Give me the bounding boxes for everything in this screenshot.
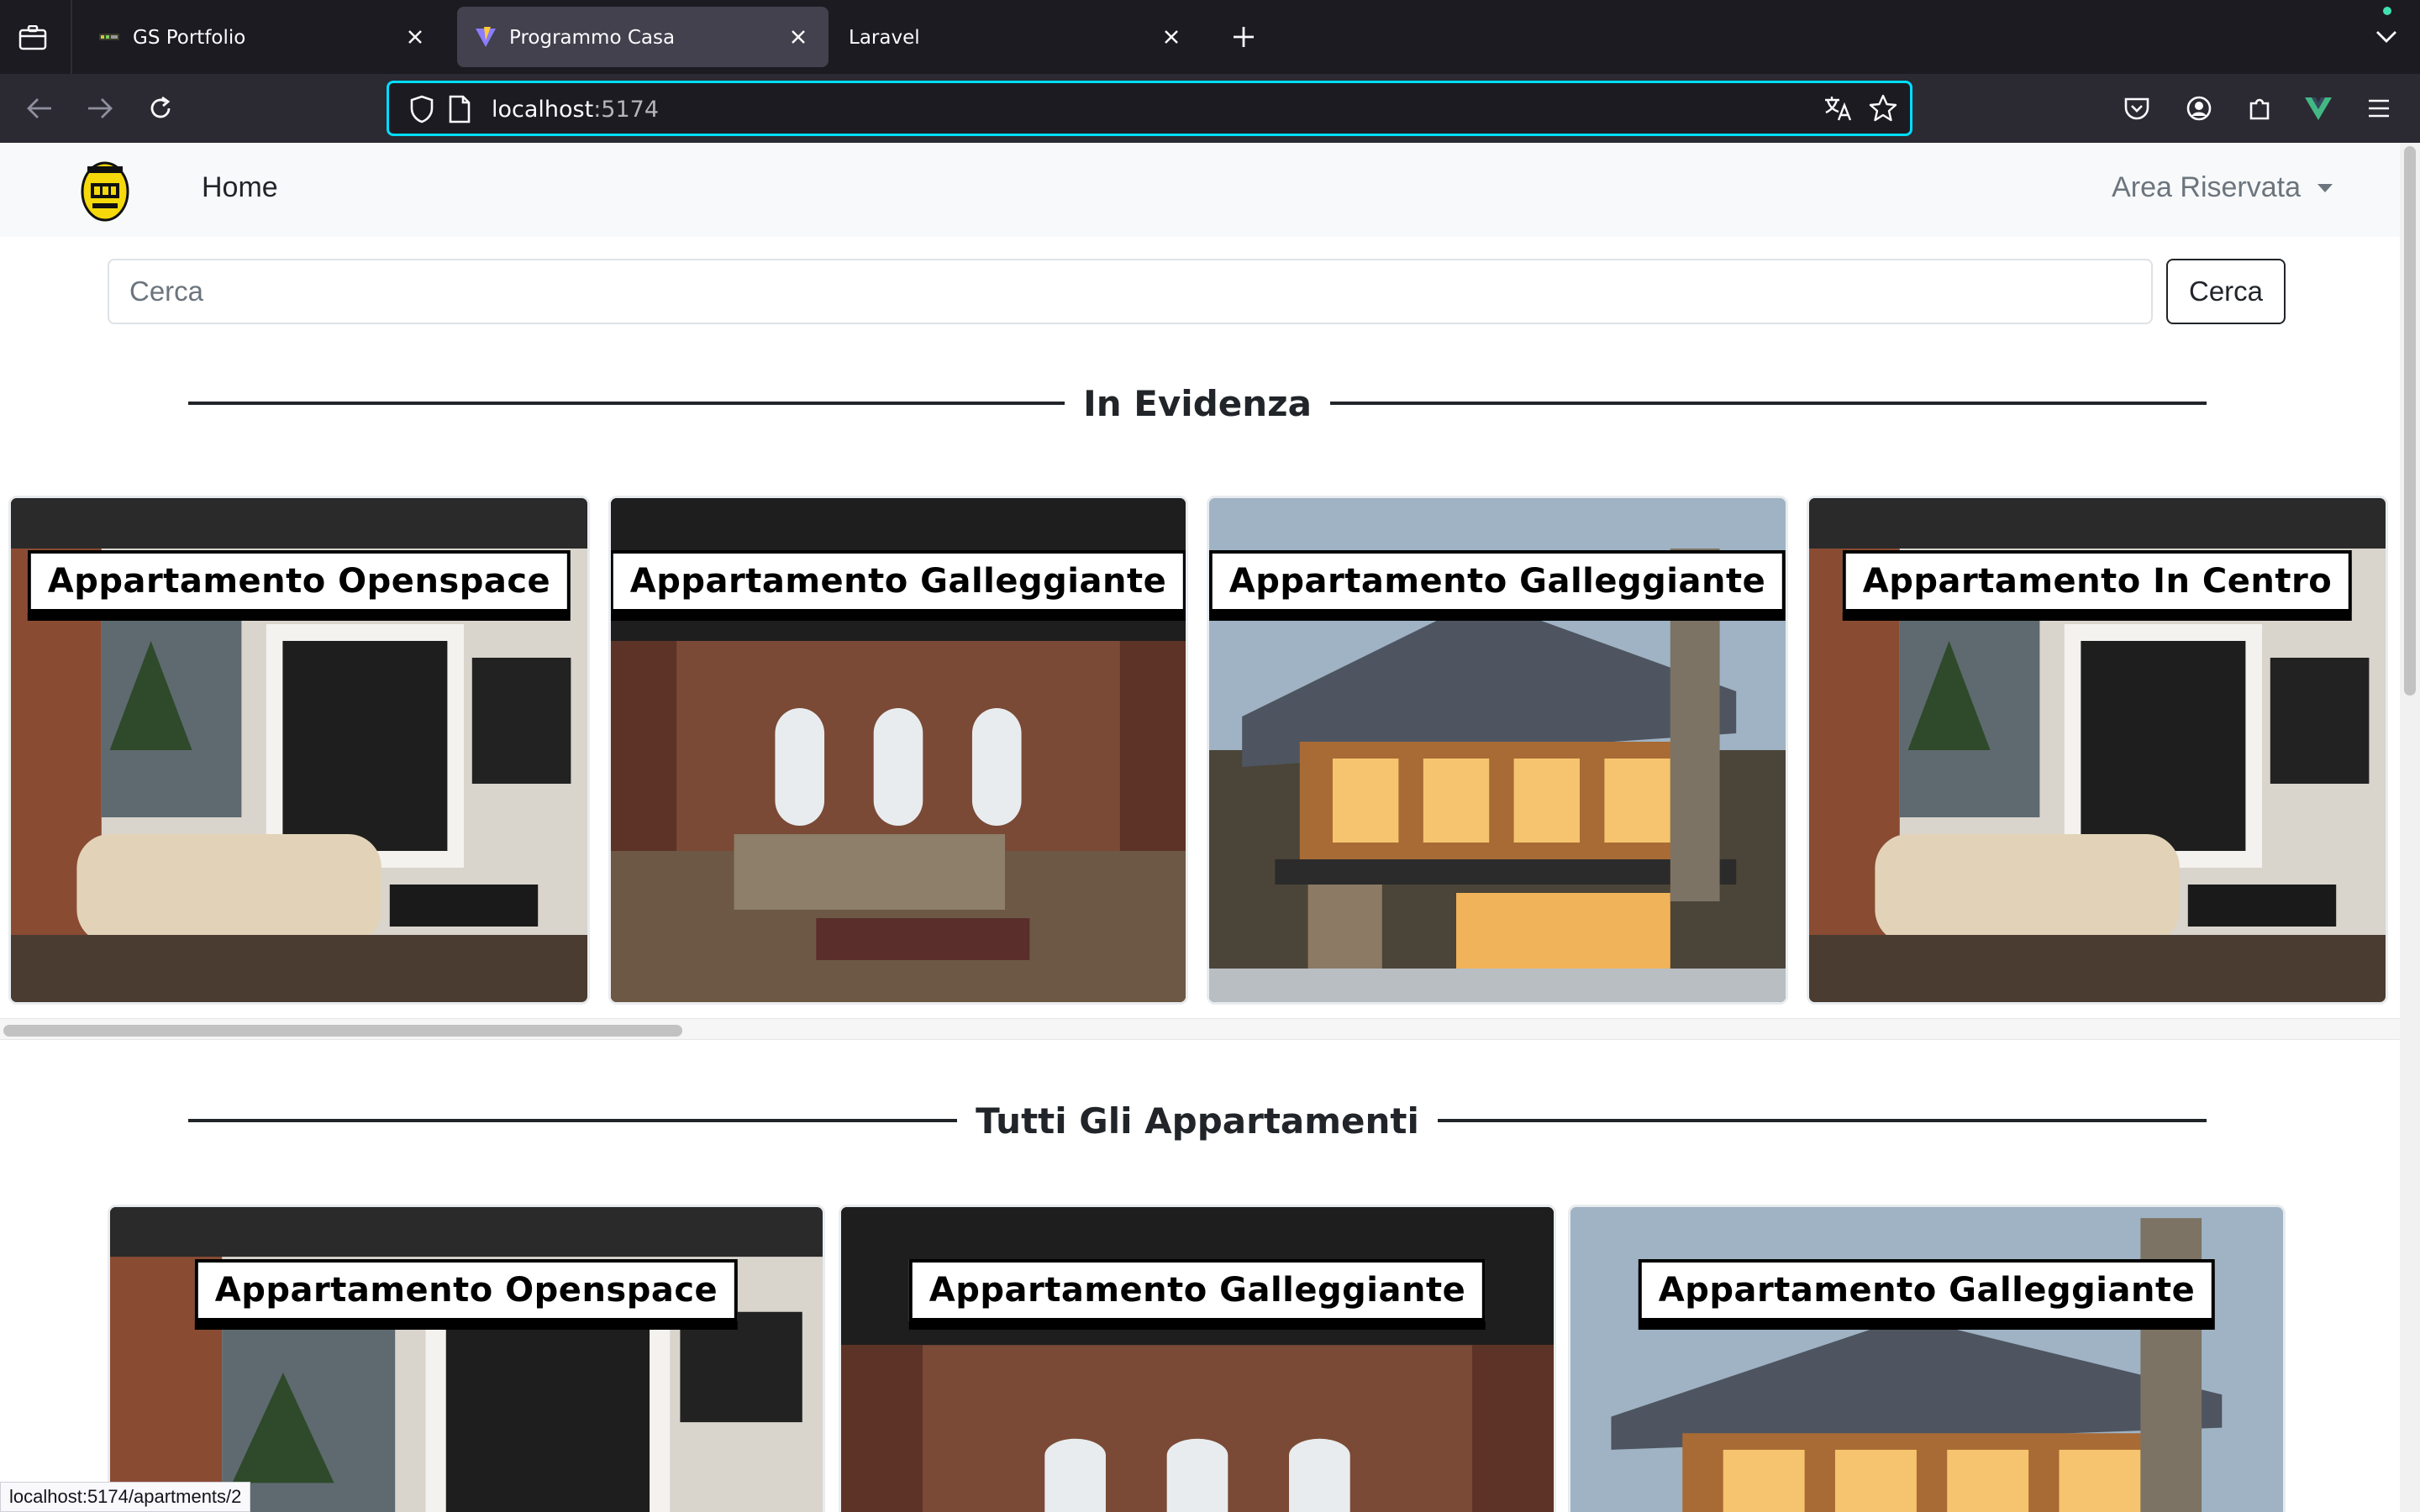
pocket-icon[interactable] <box>2116 87 2158 129</box>
new-tab-icon[interactable] <box>1225 18 1262 55</box>
url-host: localhost <box>492 97 594 123</box>
featured-carousel: Appartamento Openspace Appartamento Gall… <box>0 496 2400 1010</box>
reload-icon[interactable] <box>139 87 182 129</box>
site-navbar: Home Area Riservata <box>0 143 2400 237</box>
address-bar[interactable]: localhost:5174 <box>387 81 1912 136</box>
search-button[interactable]: Cerca <box>2166 259 2286 324</box>
vue-devtools-icon[interactable] <box>2297 87 2339 129</box>
url-text: localhost:5174 <box>492 97 659 123</box>
divider-line <box>188 402 1065 405</box>
nav-home-link[interactable]: Home <box>202 171 278 204</box>
abad-logo-icon[interactable] <box>81 158 129 222</box>
apartment-name: Appartamento Galleggiante <box>908 1259 1486 1321</box>
apartment-name: Appartamento In Centro <box>1842 550 2353 612</box>
gs-portfolio-favicon-icon <box>99 34 119 40</box>
menu-icon[interactable] <box>2358 87 2400 129</box>
apartment-card[interactable]: Appartamento Galleggiante <box>1568 1205 2286 1512</box>
featured-card[interactable]: Appartamento Galleggiante <box>1207 496 1788 1005</box>
apartment-name: Appartamento Galleggiante <box>1209 550 1786 612</box>
area-riservata-label: Area Riservata <box>2112 171 2301 203</box>
divider-line <box>1329 402 2207 405</box>
apartment-name: Appartamento Openspace <box>27 550 571 612</box>
white-loft-interior-image <box>110 1207 823 1512</box>
wooden-chalet-exterior-image <box>1570 1207 2283 1512</box>
url-port: :5174 <box>593 97 660 123</box>
apartment-name: Appartamento Galleggiante <box>1638 1259 2216 1321</box>
close-tab-icon[interactable] <box>1158 24 1185 50</box>
horizontal-scrollbar[interactable] <box>0 1018 2400 1040</box>
vite-favicon-icon <box>476 27 496 47</box>
featured-section-title: In Evidenza <box>188 378 2207 428</box>
vertical-scrollbar-thumb[interactable] <box>2404 146 2416 696</box>
brick-loft-interior-image <box>841 1207 1554 1512</box>
page-viewport: Home Area Riservata Cerca In Evidenza Ap… <box>0 143 2420 1512</box>
close-tab-icon[interactable] <box>402 24 429 50</box>
area-riservata-dropdown[interactable]: Area Riservata <box>2112 171 2333 204</box>
apartment-name: Appartamento Galleggiante <box>611 550 1186 612</box>
extensions-icon[interactable] <box>2238 87 2281 129</box>
featured-card[interactable]: Appartamento Openspace <box>8 496 590 1005</box>
caret-down-icon <box>2317 183 2333 192</box>
search-input[interactable] <box>108 259 2153 324</box>
chevron-down-icon[interactable] <box>2368 18 2405 55</box>
tab-title: GS Portfolio <box>133 27 246 49</box>
status-link-preview: localhost:5174/apartments/2 <box>0 1482 251 1512</box>
page-icon[interactable] <box>448 95 471 123</box>
browser-tab-bar: GS Portfolio Programmo Casa Laravel <box>0 0 2420 74</box>
back-arrow-icon[interactable] <box>18 87 60 129</box>
featured-card[interactable]: Appartamento Galleggiante <box>608 496 1188 1005</box>
all-apartments-section-title: Tutti Gli Appartamenti <box>188 1095 2207 1146</box>
section-heading: Tutti Gli Appartamenti <box>976 1100 1419 1142</box>
apartment-card[interactable]: Appartamento Openspace <box>108 1205 825 1512</box>
tab-laravel[interactable]: Laravel <box>840 7 1202 67</box>
vertical-scrollbar[interactable] <box>2400 143 2420 1512</box>
close-tab-icon[interactable] <box>785 24 812 50</box>
tab-title: Laravel <box>849 27 920 49</box>
tab-gs-portfolio[interactable]: GS Portfolio <box>81 7 445 67</box>
update-indicator <box>2383 7 2391 15</box>
bookmark-star-icon[interactable] <box>1868 93 1898 123</box>
account-icon[interactable] <box>2178 87 2220 129</box>
tab-title: Programmo Casa <box>509 27 676 49</box>
apartment-name: Appartamento Openspace <box>194 1259 739 1321</box>
shield-icon[interactable] <box>409 95 434 123</box>
translate-icon[interactable] <box>1823 93 1853 123</box>
tab-programmo-casa[interactable]: Programmo Casa <box>457 7 829 67</box>
tab-separator <box>71 0 72 74</box>
featured-card[interactable]: Appartamento In Centro <box>1807 496 2388 1005</box>
horizontal-scrollbar-thumb[interactable] <box>3 1025 682 1037</box>
apartment-card[interactable]: Appartamento Galleggiante <box>839 1205 1556 1512</box>
section-heading: In Evidenza <box>1083 382 1312 424</box>
forward-arrow-icon[interactable] <box>79 87 121 129</box>
divider-line <box>188 1119 958 1122</box>
divider-line <box>1437 1119 2207 1122</box>
tab-list-icon[interactable] <box>13 18 52 57</box>
